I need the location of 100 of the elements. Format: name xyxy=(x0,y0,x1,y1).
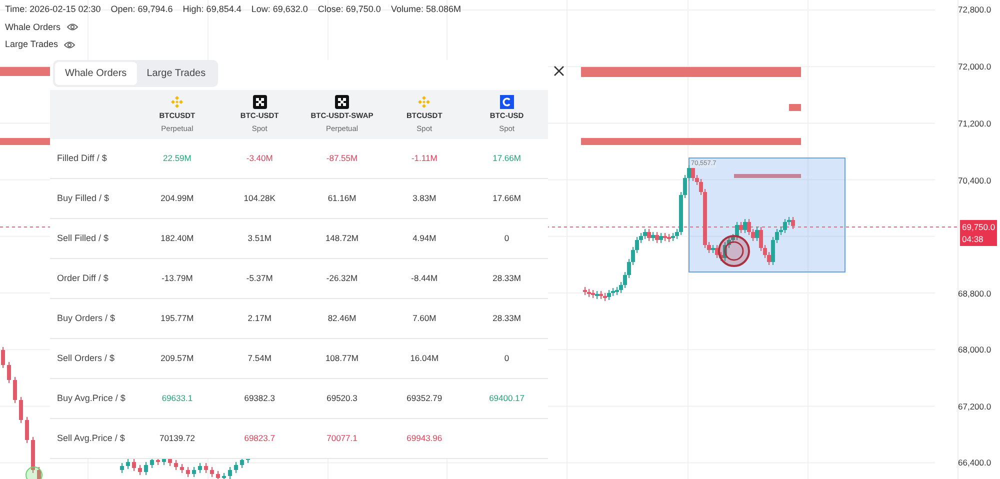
table-cell-text: 182.40M xyxy=(160,232,195,245)
checker-logo-icon xyxy=(252,95,267,110)
row-label: Buy Orders / $ xyxy=(56,312,116,325)
table-cell-text: 61.16M xyxy=(326,192,358,205)
table-cell-text: 7.54M xyxy=(246,352,272,365)
legend-value: Time: 2026-02-15 02:30 xyxy=(5,3,101,16)
table-cell-text: 69633.1 xyxy=(160,392,194,405)
order-level-bar xyxy=(0,67,50,76)
candlestick xyxy=(144,462,148,476)
candlestick xyxy=(126,458,130,470)
arc-logo-icon xyxy=(500,95,514,110)
table-cell-text: 4.94M xyxy=(412,232,438,245)
row-label: Sell Avg.Price / $ xyxy=(56,432,126,445)
price-label: 68,800.0 xyxy=(958,288,992,300)
table-cell-text: 3.51M xyxy=(246,232,272,245)
legend-value: Volume: 58.086M xyxy=(390,3,461,16)
table-cell-text: 69823.7 xyxy=(243,432,276,445)
price-label: 67,200.0 xyxy=(958,400,992,414)
eye-icon[interactable] xyxy=(66,23,78,32)
price-label: 68,000.0 xyxy=(958,344,992,356)
price-label: 71,200.0 xyxy=(958,118,992,130)
order-level-bar xyxy=(734,174,801,178)
candlestick xyxy=(120,462,124,474)
table-cell-text: 69520.3 xyxy=(326,392,358,405)
candlestick xyxy=(138,464,142,476)
table-cell-text: 69352.79 xyxy=(406,392,444,405)
table-cell-text: -3.40M xyxy=(245,152,274,165)
order-level-bar xyxy=(789,104,801,111)
candlestick xyxy=(1,346,5,368)
table-cell-text: 2.17M xyxy=(246,312,272,325)
candlestick xyxy=(192,466,196,478)
diamond-logo-icon xyxy=(417,95,432,110)
trade-marker-icon xyxy=(718,235,750,267)
table-cell-text: 16.04M xyxy=(409,352,440,365)
row-label: Buy Avg.Price / $ xyxy=(56,392,126,405)
table-cell-text: 108.77M xyxy=(324,352,360,365)
layer-label: Large Trades xyxy=(5,38,58,51)
table-cell-text: -5.37M xyxy=(245,272,274,285)
candlestick xyxy=(180,464,184,474)
candlestick xyxy=(174,460,178,470)
row-label: Sell Filled / $ xyxy=(56,232,110,245)
close-button[interactable] xyxy=(552,64,566,78)
table-cell-text: -1.11M xyxy=(410,152,438,165)
table-cell-text: 0 xyxy=(503,352,510,365)
panel-tab[interactable]: Whale Orders xyxy=(55,62,137,85)
price-label: 72,800.0 xyxy=(958,4,992,16)
table-cell-text: 22.59M xyxy=(162,152,192,165)
price-label: 70,400.0 xyxy=(958,174,992,188)
trade-marker-icon xyxy=(26,466,42,479)
candlestick xyxy=(186,466,190,478)
table-cell-text: -13.79M xyxy=(160,272,194,285)
candlestick xyxy=(13,376,17,404)
panel-tab[interactable]: Large Trades xyxy=(136,62,216,85)
table-cell-text: -26.32M xyxy=(325,272,359,285)
candlestick xyxy=(234,462,238,474)
candlestick xyxy=(132,458,136,472)
candlestick xyxy=(198,462,202,474)
price-label: 66,400.0 xyxy=(958,456,992,470)
table-cell-text: 104.28K xyxy=(242,192,276,205)
candlestick xyxy=(228,466,232,479)
row-label: Filled Diff / $ xyxy=(56,152,108,165)
table-cell-text: 195.77M xyxy=(160,312,195,325)
candlestick xyxy=(37,466,41,479)
legend-value: Open: 69,794.6 xyxy=(110,3,173,16)
checker-logo-icon xyxy=(334,95,349,110)
table-cell-text: 70077.1 xyxy=(326,432,358,445)
legend-value: High: 69,854.4 xyxy=(182,3,242,16)
table-cell-text: 17.66M xyxy=(492,152,522,165)
price-tag: 69,750.0 04:38 xyxy=(960,220,998,246)
candlestick xyxy=(7,362,11,384)
candlestick xyxy=(31,436,35,474)
table-cell-text: 204.99M xyxy=(160,192,195,205)
table-cell-text: 82.46M xyxy=(326,312,358,325)
table-cell-text: 209.57M xyxy=(160,352,195,365)
candlestick xyxy=(210,466,214,478)
legend-value: Close: 69,750.0 xyxy=(318,3,381,16)
table-cell-text: 0 xyxy=(503,232,510,245)
price-label: 72,000.0 xyxy=(958,60,992,74)
candlestick xyxy=(25,416,29,444)
table-cell-text: 3.83M xyxy=(412,192,438,205)
table-cell-text: -87.55M xyxy=(325,152,359,165)
order-level-bar xyxy=(0,138,50,145)
table-cell-text: 69400.17 xyxy=(488,392,526,405)
table-cell-text: 7.60M xyxy=(412,312,438,325)
table-cell-text: 28.33M xyxy=(492,272,522,285)
table-cell-text: 28.33M xyxy=(492,312,522,325)
candlestick xyxy=(222,472,226,479)
table-cell-text: 69382.3 xyxy=(243,392,276,405)
candlestick xyxy=(19,396,23,424)
row-label: Order Diff / $ xyxy=(56,272,110,285)
candlestick xyxy=(204,462,208,474)
candlestick xyxy=(150,456,154,468)
diamond-logo-icon xyxy=(170,95,184,110)
table-cell-text: 17.66M xyxy=(492,192,522,205)
table-cell-text: 70139.72 xyxy=(158,432,196,445)
table-cell-text: 148.72M xyxy=(324,232,360,245)
candlestick xyxy=(240,456,244,468)
legend-value: Low: 69,632.0 xyxy=(251,3,308,16)
eye-icon[interactable] xyxy=(64,40,76,49)
table-cell-text: -8.44M xyxy=(410,272,439,285)
